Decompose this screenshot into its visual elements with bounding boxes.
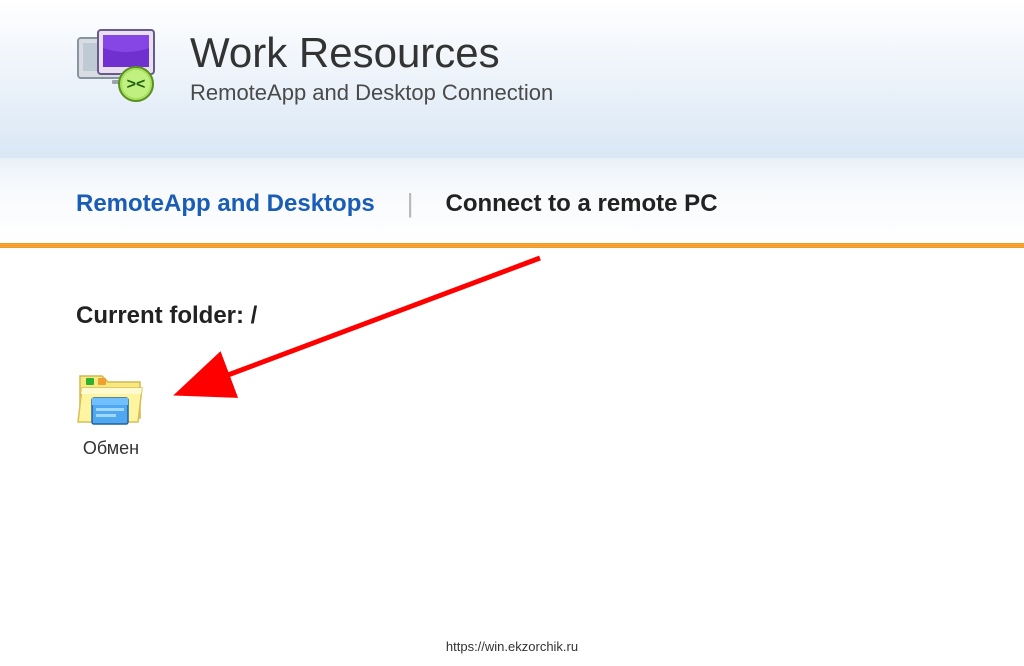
current-folder-label: Current folder: /: [76, 302, 1024, 330]
content-area: Current folder: / Обмен: [0, 248, 1024, 459]
page-header: >< Work Resources RemoteApp and Desktop …: [0, 0, 1024, 158]
tab-separator: |: [407, 188, 414, 219]
footer-url: https://win.ekzorchik.ru: [446, 639, 578, 654]
remoteapp-item[interactable]: Обмен: [76, 368, 146, 459]
annotation-arrow: [170, 248, 570, 428]
tabs-bar: RemoteApp and Desktops | Connect to a re…: [0, 158, 1024, 243]
header-text-block: Work Resources RemoteApp and Desktop Con…: [190, 30, 553, 106]
remote-desktop-icon: ><: [76, 28, 166, 108]
svg-text:><: ><: [127, 76, 146, 93]
tab-remoteapp-desktops[interactable]: RemoteApp and Desktops: [76, 190, 375, 218]
folder-app-icon: [76, 368, 146, 430]
tab-connect-remote-pc[interactable]: Connect to a remote PC: [445, 190, 717, 218]
page-subtitle: RemoteApp and Desktop Connection: [190, 80, 553, 106]
remoteapp-item-label: Обмен: [83, 438, 139, 459]
page-title: Work Resources: [190, 30, 553, 76]
